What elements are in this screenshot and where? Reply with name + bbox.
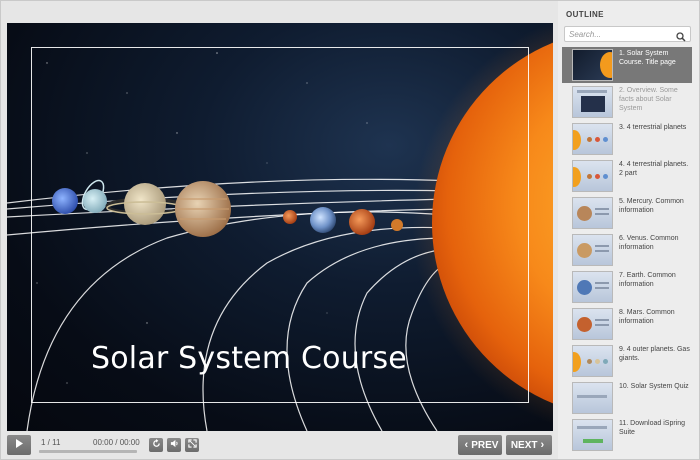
next-label: NEXT [510, 439, 538, 451]
chevron-right-icon: › [540, 439, 545, 451]
outline-item[interactable]: 2. Overview. Some facts about Solar Syst… [562, 84, 692, 120]
replay-icon [152, 439, 161, 451]
next-button[interactable]: NEXT › [506, 435, 552, 455]
outline-item-label: 8. Mars. Common information [619, 309, 675, 325]
volume-icon [170, 439, 179, 451]
slide-thumbnail [572, 123, 613, 155]
volume-button[interactable] [167, 438, 181, 452]
outline-item-label: 5. Mercury. Common information [619, 198, 684, 214]
outline-list: 1. Solar System Course. Title page 2. Ov… [562, 47, 692, 451]
search-icon[interactable] [676, 29, 686, 42]
outline-item[interactable]: 10. Solar System Quiz [562, 380, 692, 416]
outline-item[interactable]: 3. 4 terrestrial planets [562, 121, 692, 157]
play-button[interactable] [7, 435, 31, 455]
outline-item-label: 9. 4 outer planets. Gas giants. [619, 346, 690, 362]
outline-item-label: 4. 4 terrestrial planets. 2 part [619, 161, 689, 177]
time-label: 00:00 / 00:00 [93, 438, 140, 447]
slide-thumbnail [572, 86, 613, 118]
outline-item-label: 11. Download iSpring Suite [619, 420, 686, 436]
outline-item[interactable]: 4. 4 terrestrial planets. 2 part [562, 158, 692, 194]
outline-item-label: 6. Venus. Common information [619, 235, 679, 251]
outline-heading: OUTLINE [566, 10, 604, 19]
fullscreen-button[interactable] [185, 438, 199, 452]
outline-item[interactable]: 5. Mercury. Common information [562, 195, 692, 231]
slide-counter: 1 / 11 [41, 438, 61, 447]
chevron-left-icon: ‹ [464, 439, 469, 451]
seek-bar[interactable] [39, 450, 137, 453]
slide-thumbnail [572, 382, 613, 414]
slide-thumbnail [572, 49, 613, 81]
outline-panel: OUTLINE 1. Solar System Course. Title pa… [558, 1, 699, 459]
outline-item[interactable]: 6. Venus. Common information [562, 232, 692, 268]
outline-item-label: 3. 4 terrestrial planets [619, 124, 687, 131]
playback-controls: 1 / 11 00:00 / 00:00 ‹ PREV NEXT › [7, 433, 553, 457]
search-input[interactable] [569, 28, 673, 40]
outline-item[interactable]: 11. Download iSpring Suite [562, 417, 692, 453]
outline-item-label: 2. Overview. Some facts about Solar Syst… [619, 87, 678, 112]
outline-item-label: 10. Solar System Quiz [619, 383, 689, 390]
fullscreen-icon [187, 439, 197, 451]
prev-button[interactable]: ‹ PREV [458, 435, 502, 455]
slide-thumbnail [572, 271, 613, 303]
slide-thumbnail [572, 345, 613, 377]
slide-title: Solar System Course [91, 341, 407, 376]
outline-item[interactable]: 8. Mars. Common information [562, 306, 692, 342]
slide-thumbnail [572, 419, 613, 451]
slide-thumbnail [572, 197, 613, 229]
outline-item[interactable]: 9. 4 outer planets. Gas giants. [562, 343, 692, 379]
play-icon [15, 439, 23, 451]
slide-thumbnail [572, 308, 613, 340]
outline-item[interactable]: 7. Earth. Common information [562, 269, 692, 305]
player-window: Solar System Course 1 / 11 00:00 / 00:00 [0, 0, 700, 460]
search-box [564, 26, 691, 42]
outline-item-label: 1. Solar System Course. Title page [619, 50, 676, 66]
slide-thumbnail [572, 234, 613, 266]
outline-item[interactable]: 1. Solar System Course. Title page [562, 47, 692, 83]
replay-button[interactable] [149, 438, 163, 452]
slide-thumbnail [572, 160, 613, 192]
outline-item-label: 7. Earth. Common information [619, 272, 676, 288]
slide-canvas[interactable]: Solar System Course [7, 23, 553, 431]
prev-label: PREV [471, 439, 499, 451]
